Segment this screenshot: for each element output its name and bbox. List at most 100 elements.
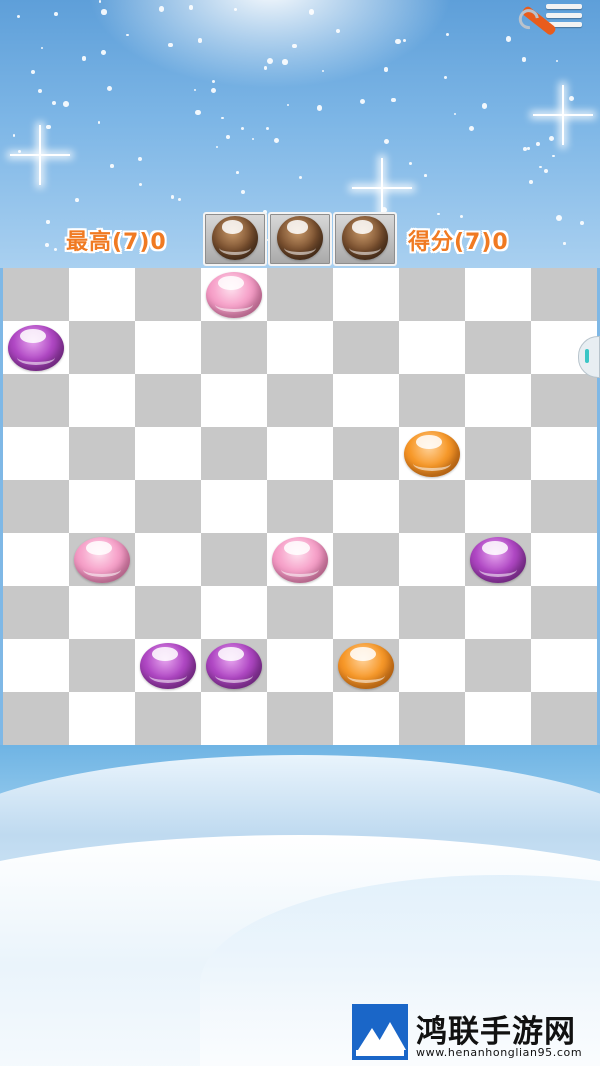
- board-cell[interactable]: [465, 692, 531, 745]
- pink-ball[interactable]: [74, 536, 130, 583]
- board-cell[interactable]: [201, 586, 267, 639]
- board-cell[interactable]: [531, 480, 597, 533]
- board-cell[interactable]: [333, 268, 399, 321]
- snowflake: [555, 59, 559, 62]
- board-cell[interactable]: [69, 374, 135, 427]
- board-cell[interactable]: [531, 586, 597, 639]
- board-cell[interactable]: [399, 639, 465, 692]
- orange-ball[interactable]: [404, 430, 460, 477]
- board-cell[interactable]: [333, 480, 399, 533]
- board-cell[interactable]: [399, 321, 465, 374]
- board-cell[interactable]: [69, 268, 135, 321]
- board-cell[interactable]: [333, 374, 399, 427]
- board-cell[interactable]: [135, 480, 201, 533]
- settings-icon[interactable]: [514, 0, 582, 42]
- board-cell[interactable]: [267, 480, 333, 533]
- board-cell[interactable]: [135, 427, 201, 480]
- snowflake: [97, 121, 101, 124]
- snowflake: [298, 175, 303, 180]
- board-cell[interactable]: [135, 533, 201, 586]
- board-cell[interactable]: [201, 374, 267, 427]
- board-cell[interactable]: [465, 639, 531, 692]
- board-cell[interactable]: [69, 480, 135, 533]
- board-cell[interactable]: [135, 692, 201, 745]
- board-cell[interactable]: [399, 586, 465, 639]
- next-ball-1: [212, 216, 258, 260]
- board-cell[interactable]: [135, 374, 201, 427]
- board-cell[interactable]: [531, 692, 597, 745]
- board-cell[interactable]: [135, 321, 201, 374]
- board-cell[interactable]: [399, 268, 465, 321]
- board-cell[interactable]: [465, 586, 531, 639]
- board-cell[interactable]: [333, 427, 399, 480]
- board-cell[interactable]: [333, 586, 399, 639]
- board-cell[interactable]: [69, 321, 135, 374]
- board-cell[interactable]: [69, 639, 135, 692]
- board-cell[interactable]: [201, 692, 267, 745]
- snowflake: [194, 89, 197, 92]
- next-ball-slot-3: [333, 212, 397, 266]
- board-cell[interactable]: [3, 533, 69, 586]
- board-cell[interactable]: [201, 480, 267, 533]
- board-cell[interactable]: [69, 692, 135, 745]
- purple-ball[interactable]: [140, 642, 196, 689]
- board-cell[interactable]: [531, 639, 597, 692]
- watermark-title: 鸿联手游网: [416, 1014, 576, 1050]
- board-cell[interactable]: [399, 533, 465, 586]
- game-board: [3, 268, 597, 745]
- board-cell[interactable]: [465, 427, 531, 480]
- board-cell[interactable]: [531, 268, 597, 321]
- board-cell[interactable]: [399, 692, 465, 745]
- snowflake: [286, 103, 290, 107]
- board-cell[interactable]: [399, 480, 465, 533]
- board-cell[interactable]: [3, 586, 69, 639]
- board-cell[interactable]: [465, 374, 531, 427]
- board-cell[interactable]: [333, 692, 399, 745]
- snowflake: [403, 39, 407, 43]
- board-cell[interactable]: [135, 268, 201, 321]
- snowflake: [529, 180, 534, 185]
- board-cell[interactable]: [3, 692, 69, 745]
- board-cell[interactable]: [69, 427, 135, 480]
- snowflake: [543, 169, 548, 174]
- board-cell[interactable]: [465, 321, 531, 374]
- purple-ball[interactable]: [470, 536, 526, 583]
- board-cell[interactable]: [267, 639, 333, 692]
- board-cell[interactable]: [465, 268, 531, 321]
- snowflake: [391, 97, 396, 103]
- board-cell[interactable]: [3, 374, 69, 427]
- snowflake: [443, 76, 447, 80]
- orange-ball[interactable]: [338, 642, 394, 689]
- board-cell[interactable]: [531, 374, 597, 427]
- board-cell[interactable]: [3, 480, 69, 533]
- board-cell[interactable]: [69, 586, 135, 639]
- board-cell[interactable]: [333, 533, 399, 586]
- board-cell[interactable]: [333, 321, 399, 374]
- board-cell[interactable]: [3, 268, 69, 321]
- board-cell[interactable]: [3, 427, 69, 480]
- snowflake: [107, 86, 113, 92]
- purple-ball[interactable]: [206, 642, 262, 689]
- board-cell[interactable]: [267, 692, 333, 745]
- snowflake: [308, 8, 315, 15]
- board-cell[interactable]: [267, 321, 333, 374]
- board-cell[interactable]: [3, 639, 69, 692]
- board-cell[interactable]: [267, 374, 333, 427]
- board-cell[interactable]: [135, 586, 201, 639]
- board-cell[interactable]: [201, 533, 267, 586]
- board-cell[interactable]: [201, 321, 267, 374]
- board-cell[interactable]: [267, 427, 333, 480]
- board-cell[interactable]: [531, 533, 597, 586]
- pink-ball[interactable]: [272, 536, 328, 583]
- watermark-url: www.henanhonglian95.com: [416, 1046, 583, 1059]
- purple-ball[interactable]: [8, 324, 64, 371]
- board-cell[interactable]: [465, 480, 531, 533]
- board-cell[interactable]: [201, 427, 267, 480]
- board-cell[interactable]: [531, 427, 597, 480]
- snowflake: [384, 138, 390, 144]
- snowflake: [98, 0, 102, 3]
- board-cell[interactable]: [267, 586, 333, 639]
- board-cell[interactable]: [267, 268, 333, 321]
- board-cell[interactable]: [399, 374, 465, 427]
- pink-ball[interactable]: [206, 271, 262, 318]
